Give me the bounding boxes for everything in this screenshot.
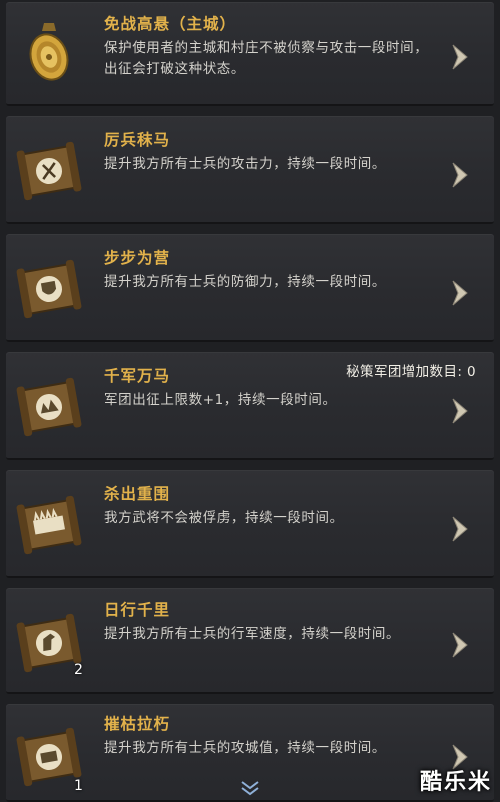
list-item[interactable]: 免战高悬（主城） 保护使用者的主城和村庄不被侦察与攻击一段时间，出征会打破这种状…: [6, 2, 494, 106]
gold-medal-icon: [14, 17, 84, 87]
item-description: 我方武将不会被俘虏，持续一段时间。: [104, 510, 344, 526]
item-list: 免战高悬（主城） 保护使用者的主城和村庄不被侦察与攻击一段时间，出征会打破这种状…: [0, 0, 500, 802]
item-title: 日行千里: [104, 601, 171, 619]
item-title: 摧枯拉朽: [104, 715, 171, 733]
item-description: 提升我方所有士兵的防御力，持续一段时间。: [104, 274, 386, 290]
item-description: 提升我方所有士兵的行军速度，持续一段时间。: [104, 626, 401, 642]
watermark: 酷乐米: [419, 770, 492, 795]
item-description: 提升我方所有士兵的攻城值，持续一段时间。: [104, 740, 386, 756]
list-item[interactable]: 2 日行千里 提升我方所有士兵的行军速度，持续一段时间。: [6, 588, 494, 694]
item-count: 1: [74, 778, 83, 794]
scroll-sword-icon: [14, 136, 84, 206]
list-item[interactable]: 厉兵秣马 提升我方所有士兵的攻击力，持续一段时间。: [6, 116, 494, 224]
item-description: 军团出征上限数+1，持续一段时间。: [104, 392, 337, 408]
chevron-right-icon[interactable]: [448, 160, 474, 190]
chevron-right-icon[interactable]: [448, 514, 474, 544]
list-item[interactable]: 千军万马 秘策军团增加数目: 0 军团出征上限数+1，持续一段时间。: [6, 352, 494, 460]
army-count-label: 秘策军团增加数目: 0: [346, 364, 476, 380]
item-title: 千军万马: [104, 367, 171, 385]
item-title: 厉兵秣马: [104, 131, 171, 149]
item-title: 免战高悬（主城）: [104, 15, 237, 33]
chevron-right-icon[interactable]: [448, 630, 474, 660]
chevron-right-icon[interactable]: [448, 396, 474, 426]
list-item[interactable]: 步步为营 提升我方所有士兵的防御力，持续一段时间。: [6, 234, 494, 342]
scroll-army-icon: [14, 372, 84, 442]
chevron-right-icon[interactable]: [448, 278, 474, 308]
item-description: 提升我方所有士兵的攻击力，持续一段时间。: [104, 156, 386, 172]
list-item[interactable]: 杀出重围 我方武将不会被俘虏，持续一段时间。: [6, 470, 494, 578]
scroll-shield-icon: [14, 254, 84, 324]
scroll-breakout-icon: [14, 490, 84, 560]
item-title: 步步为营: [104, 249, 171, 267]
scroll-down-icon[interactable]: [236, 780, 264, 798]
item-description: 保护使用者的主城和村庄不被侦察与攻击一段时间，出征会打破这种状态。: [104, 40, 429, 77]
item-count: 2: [74, 662, 83, 678]
chevron-right-icon[interactable]: [448, 42, 474, 72]
item-title: 杀出重围: [104, 485, 171, 503]
